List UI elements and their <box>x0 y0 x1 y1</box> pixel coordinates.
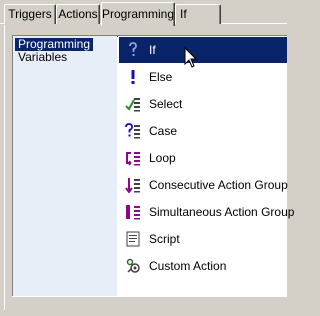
action-label: Else <box>149 70 173 84</box>
action-item-loop[interactable]: Loop <box>119 145 287 171</box>
tab-if[interactable]: If <box>175 4 221 24</box>
action-label: Case <box>149 124 178 138</box>
action-item-case[interactable]: Case <box>119 118 287 144</box>
action-label: If <box>149 43 156 57</box>
loop-icon <box>125 150 141 166</box>
category-list-background <box>13 36 117 296</box>
action-item-simultaneous-group[interactable]: Simultaneous Action Group <box>119 199 294 225</box>
consecutive-group-icon <box>125 177 141 193</box>
action-item-else[interactable]: Else <box>119 64 287 90</box>
action-item-select[interactable]: Select <box>119 91 287 117</box>
category-list[interactable]: Programming Variables <box>12 35 118 297</box>
custom-action-icon <box>125 258 141 274</box>
mouse-cursor-icon <box>184 47 198 68</box>
tab-programming[interactable]: Programming <box>101 2 175 26</box>
action-label: Simultaneous Action Group <box>149 205 295 219</box>
action-label: Script <box>149 232 180 246</box>
action-list[interactable]: If Else Select Case Loop Consecutive Act… <box>118 35 294 297</box>
script-icon <box>125 231 141 247</box>
action-label: Loop <box>149 151 176 165</box>
category-item-variables[interactable]: Variables <box>15 51 70 64</box>
action-label: Custom Action <box>149 259 227 273</box>
action-item-script[interactable]: Script <box>119 226 287 252</box>
select-icon <box>125 96 141 112</box>
tab-triggers[interactable]: Triggers <box>4 4 56 24</box>
tab-actions[interactable]: Actions <box>56 4 100 24</box>
action-label: Consecutive Action Group <box>149 178 288 192</box>
tab-strip: Triggers Actions Programming If <box>0 0 287 26</box>
simultaneous-group-icon <box>125 204 141 220</box>
case-icon <box>125 123 141 139</box>
action-label: Select <box>149 97 183 111</box>
action-item-custom-action[interactable]: Custom Action <box>119 253 287 279</box>
panel-bottom-edge <box>12 296 287 299</box>
if-icon <box>125 42 141 58</box>
else-icon <box>125 69 141 85</box>
action-item-consecutive-group[interactable]: Consecutive Action Group <box>119 172 288 198</box>
action-item-if[interactable]: If <box>119 37 287 63</box>
